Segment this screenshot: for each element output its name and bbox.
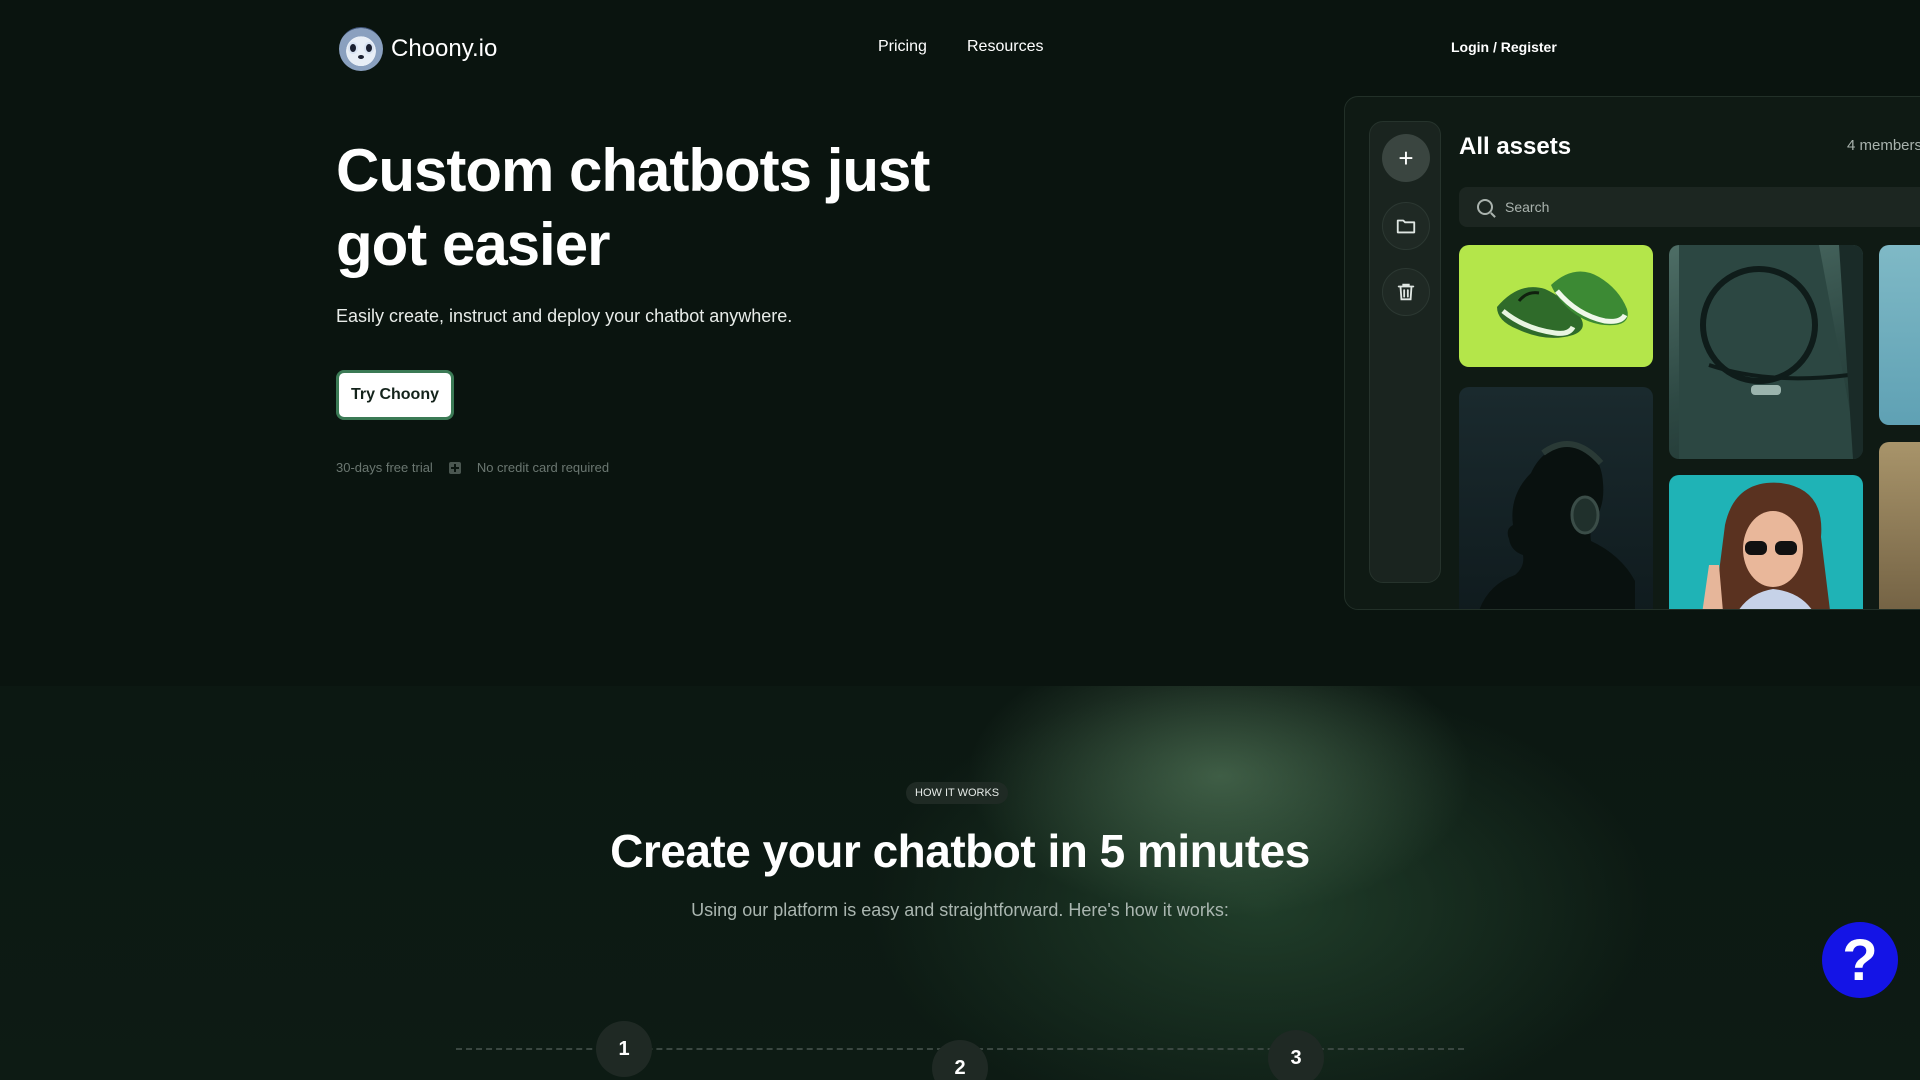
folder-button[interactable] xyxy=(1382,202,1430,250)
free-trial-text: 30-days free trial xyxy=(336,460,433,475)
trash-button[interactable] xyxy=(1382,268,1430,316)
asset-tile-bike[interactable] xyxy=(1879,442,1920,609)
asset-tile-blue[interactable] xyxy=(1879,245,1920,425)
how-it-works-badge: HOW IT WORKS xyxy=(906,782,1009,804)
assets-preview-window: + All assets 4 members Search xyxy=(1344,96,1920,610)
nav-link-resources[interactable]: Resources xyxy=(967,38,1043,56)
plus-icon xyxy=(448,461,461,474)
step-1-marker: 1 xyxy=(596,1021,652,1077)
asset-tile-car[interactable] xyxy=(1669,245,1863,459)
search-placeholder: Search xyxy=(1505,199,1550,215)
section-subtitle: Using our platform is easy and straightf… xyxy=(691,900,1229,920)
no-credit-card-text: No credit card required xyxy=(476,460,610,475)
login-register-link[interactable]: Login / Register xyxy=(1451,39,1557,55)
members-count: 4 members xyxy=(1847,137,1920,154)
plus-icon: + xyxy=(1398,142,1414,173)
step-3-marker: 3 xyxy=(1268,1030,1324,1080)
assets-search-input[interactable]: Search xyxy=(1459,187,1920,227)
asset-tile-sunglasses[interactable] xyxy=(1669,475,1863,609)
car-door-image xyxy=(1679,245,1863,459)
panda-logo-icon xyxy=(339,27,383,71)
help-question-icon: ? xyxy=(1842,927,1878,993)
sneakers-image xyxy=(1497,271,1628,338)
landing-page: Choony.io Pricing Resources Login / Regi… xyxy=(0,0,1920,1080)
section-glow-background xyxy=(0,686,1920,1080)
hero-subtitle: Easily create, instruct and deploy your … xyxy=(336,306,793,326)
trash-icon xyxy=(1397,283,1415,301)
search-icon xyxy=(1477,199,1493,215)
assets-title: All assets xyxy=(1459,133,1572,160)
folder-icon xyxy=(1396,219,1416,234)
hero-meta: 30-days free trial No credit card requir… xyxy=(336,460,609,475)
man-headphones-image xyxy=(1479,441,1635,609)
asset-tile-sneakers[interactable] xyxy=(1459,245,1653,367)
assets-sidebar: + xyxy=(1369,121,1441,583)
hero-title: Custom chatbots just got easier xyxy=(336,137,930,278)
try-choony-button[interactable]: Try Choony xyxy=(336,370,454,420)
add-asset-button[interactable]: + xyxy=(1382,134,1430,182)
nav-link-pricing[interactable]: Pricing xyxy=(878,38,927,56)
section-title: Create your chatbot in 5 minutes xyxy=(610,825,1310,877)
woman-sunglasses-image xyxy=(1702,482,1830,609)
logo-text: Choony.io xyxy=(391,35,498,62)
asset-tile-headphones[interactable] xyxy=(1459,387,1653,609)
help-button[interactable]: ? xyxy=(1822,922,1898,998)
logo[interactable]: Choony.io xyxy=(339,27,497,71)
